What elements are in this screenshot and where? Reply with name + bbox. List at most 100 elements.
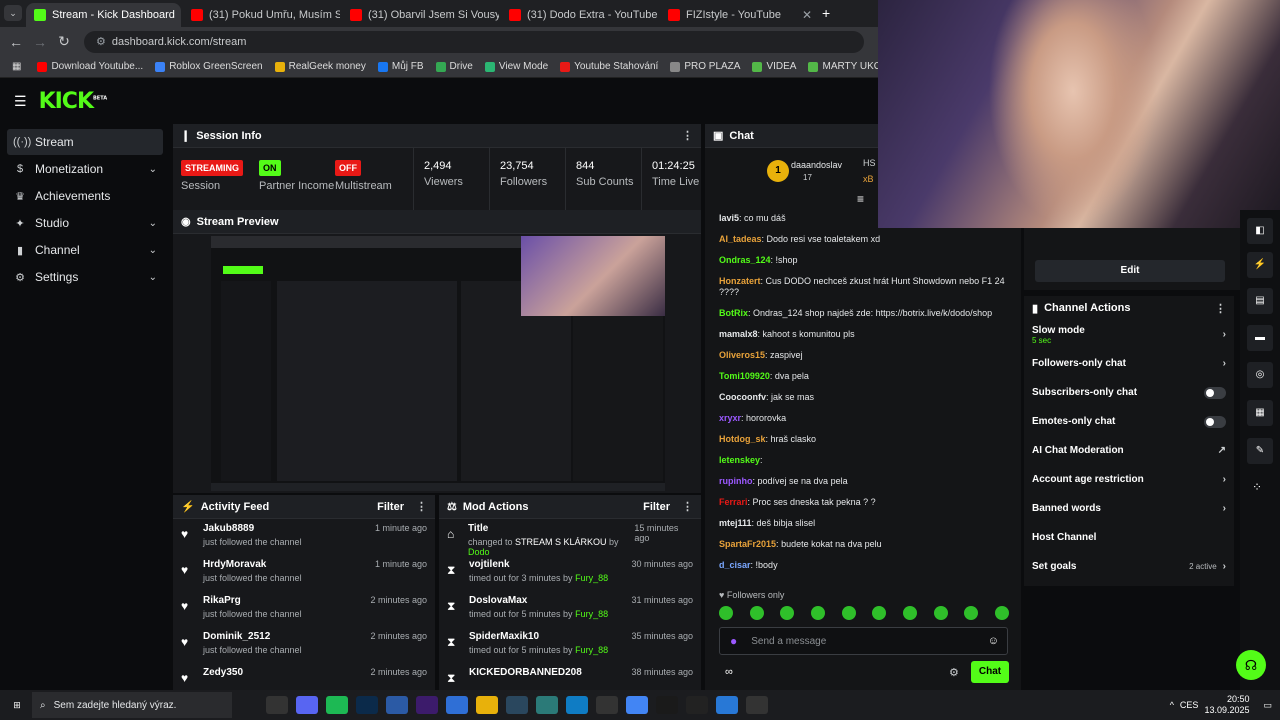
capcut-icon[interactable]	[746, 696, 768, 714]
chat-username[interactable]: SpartaFr2015	[719, 539, 776, 549]
discord-icon[interactable]	[296, 696, 318, 714]
activity-user[interactable]: Zedy350	[203, 667, 243, 678]
bookmark-item[interactable]: VIDEA	[746, 61, 802, 72]
bookmark-item[interactable]: RealGeek money	[269, 61, 372, 72]
chat-username[interactable]: BotRix	[719, 308, 748, 318]
site-info-icon[interactable]: ⚙	[96, 35, 106, 48]
emote-icon[interactable]	[841, 606, 856, 620]
bookmark-item[interactable]: Roblox GreenScreen	[149, 61, 268, 72]
chat-username[interactable]: Oliveros15	[719, 350, 765, 360]
stream-preview-video[interactable]	[211, 236, 665, 491]
more-options-icon[interactable]: ⋮	[1215, 302, 1226, 315]
back-icon[interactable]: ←	[4, 34, 28, 50]
channel-action-row[interactable]: Slow mode 5 sec ›	[1024, 320, 1234, 349]
chat-username[interactable]: Hotdog_sk	[719, 434, 766, 444]
chat-username[interactable]: letenskey	[719, 455, 760, 465]
chevron-down-icon[interactable]: ⌄	[149, 272, 157, 283]
emoji-icon[interactable]: ☺	[988, 635, 999, 647]
bookmark-item[interactable]: Download Youtube...	[31, 61, 149, 72]
sidebar-item-channel[interactable]: ▮ Channel ⌄	[7, 237, 163, 263]
channel-action-row[interactable]: Banned words ›	[1024, 494, 1234, 523]
chevron-right-icon[interactable]: ›	[1223, 358, 1226, 369]
rail-dots-icon[interactable]: ⁘	[1252, 480, 1262, 494]
chevron-right-icon[interactable]: ›	[1223, 561, 1226, 572]
chrome-icon[interactable]	[626, 696, 648, 714]
support-icon[interactable]: ☊	[1236, 650, 1266, 680]
sourcetree-icon[interactable]	[386, 696, 408, 714]
kick-logo[interactable]: KICKBETA	[39, 89, 108, 114]
chat-username[interactable]: Tomi109920	[719, 371, 770, 381]
browser-tab[interactable]: (31) Obarvil Jsem Si Vousy... - Y✕	[342, 3, 499, 27]
bookmark-item[interactable]: Drive	[430, 61, 479, 72]
chevron-down-icon[interactable]: ⌄	[149, 164, 157, 175]
emote-icon[interactable]	[902, 606, 917, 620]
spotify-icon[interactable]	[326, 696, 348, 714]
browser-tab[interactable]: (31) Pokud Umřu, Musím Splnit✕	[183, 3, 340, 27]
channel-action-row[interactable]: Emotes-only chat	[1024, 407, 1234, 436]
chat-username[interactable]: Honzatert	[719, 276, 761, 286]
activity-user[interactable]: HrdyMoravak	[203, 559, 302, 570]
channel-action-row[interactable]: AI Chat Moderation ↗	[1024, 436, 1234, 465]
edge-icon[interactable]	[566, 696, 588, 714]
premiere-icon[interactable]	[416, 696, 438, 714]
chat-username[interactable]: d_cisar	[719, 560, 751, 570]
mod-action-target[interactable]: KICKEDORBANNED208	[469, 667, 582, 678]
new-tab-button[interactable]: +	[822, 5, 830, 21]
channel-action-row[interactable]: Host Channel	[1024, 523, 1234, 552]
chat-username[interactable]: rupinho	[719, 476, 753, 486]
moderator-name[interactable]: Fury_88	[575, 573, 608, 583]
emote-icon[interactable]	[964, 606, 979, 620]
windows-start-icon[interactable]: ⊞	[6, 696, 28, 714]
emote-icon[interactable]	[749, 606, 764, 620]
browser-tab[interactable]: (31) Dodo Extra - YouTube✕	[501, 3, 658, 27]
toggle-switch[interactable]	[1204, 415, 1226, 428]
sidebar-item-monetization[interactable]: $ Monetization ⌄	[7, 156, 163, 182]
moderator-name[interactable]: Fury_88	[575, 645, 608, 655]
forward-icon[interactable]: →	[28, 34, 52, 50]
edit-button[interactable]: Edit	[1035, 260, 1225, 282]
rail-pin-icon[interactable]: ◧	[1247, 218, 1273, 244]
moderator-name[interactable]: Dodo	[468, 547, 490, 557]
bookmark-item[interactable]: View Mode	[479, 61, 554, 72]
browser-tab[interactable]: FIZIstyle - YouTube ✕	[660, 3, 820, 27]
apps-icon[interactable]: ▦	[6, 61, 27, 72]
bookmark-item[interactable]: Youtube Stahování	[554, 61, 664, 72]
moderator-name[interactable]: Fury_88	[575, 609, 608, 619]
rail-broadcast-icon[interactable]: ◎	[1247, 362, 1273, 388]
chevron-right-icon[interactable]: ›	[1223, 329, 1226, 340]
sidebar-item-achievements[interactable]: ♛ Achievements	[7, 183, 163, 209]
channel-action-row[interactable]: Followers-only chat ›	[1024, 349, 1234, 378]
mod-action-target[interactable]: Title	[468, 523, 634, 534]
chevron-right-icon[interactable]: ›	[1223, 474, 1226, 485]
rail-wrench-icon[interactable]: ✎	[1247, 438, 1273, 464]
mod-action-target[interactable]: DoslovaMax	[469, 595, 608, 606]
chat-username[interactable]: Ferrari	[719, 497, 748, 507]
terminal-icon[interactable]	[686, 696, 708, 714]
emote-icon[interactable]	[810, 606, 825, 620]
more-options-icon[interactable]: ⋮	[416, 500, 427, 513]
mail-icon[interactable]	[716, 696, 738, 714]
infinity-icon[interactable]: ∞	[725, 666, 733, 678]
activity-user[interactable]: Jakub8889	[203, 523, 302, 534]
menu-icon[interactable]: ☰	[14, 93, 27, 110]
store-icon[interactable]	[446, 696, 468, 714]
explorer-icon[interactable]	[476, 696, 498, 714]
mod-action-target[interactable]: vojtilenk	[469, 559, 608, 570]
chat-filter-icon[interactable]: ≡	[857, 192, 864, 206]
clock-time[interactable]: 20:50	[1204, 694, 1250, 705]
toggle-switch[interactable]	[1204, 386, 1226, 399]
chat-username[interactable]: Coocoonfv	[719, 392, 766, 402]
notification-icon[interactable]: ▭	[1263, 700, 1272, 711]
channel-action-row[interactable]: Account age restriction ›	[1024, 465, 1234, 494]
chat-input[interactable]: ● Send a message ☺	[719, 627, 1008, 655]
emote-icon[interactable]	[994, 606, 1009, 620]
chevron-down-icon[interactable]: ⌄	[149, 245, 157, 256]
sidebar-item-settings[interactable]: ⚙ Settings ⌄	[7, 264, 163, 290]
taskbar-search[interactable]: ⌕ Sem zadejte hledaný výraz.	[32, 692, 232, 718]
emote-icon[interactable]	[780, 606, 795, 620]
clock-date[interactable]: 13.09.2025	[1204, 705, 1249, 716]
external-link-icon[interactable]: ↗	[1218, 445, 1226, 456]
chat-username[interactable]: mtej111	[719, 518, 752, 528]
activity-filter-button[interactable]: Filter	[377, 501, 404, 513]
taskview-icon[interactable]	[266, 696, 288, 714]
